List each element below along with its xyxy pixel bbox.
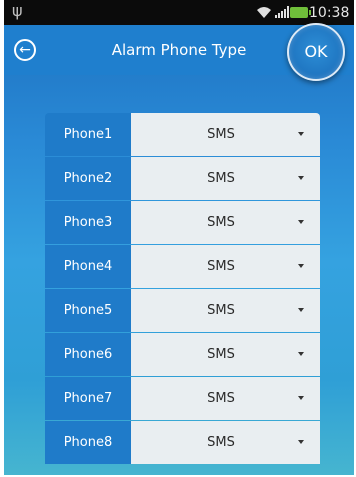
caret-down-icon — [298, 264, 304, 268]
phone-label: Phone8 — [45, 421, 131, 464]
caret-down-icon — [298, 132, 304, 136]
phone-type-dropdown[interactable]: SMS — [131, 421, 320, 464]
phone-screen: ψ 10:38 ← Alarm Phone Type OK Phone1 SMS P… — [4, 0, 354, 475]
phone-type-value: SMS — [207, 259, 235, 274]
phone-type-value: SMS — [207, 171, 235, 186]
phone-type-value: SMS — [207, 435, 235, 450]
caret-down-icon — [298, 440, 304, 444]
phone-type-value: SMS — [207, 347, 235, 362]
phone-row: Phone7 SMS — [45, 377, 320, 420]
phone-type-dropdown[interactable]: SMS — [131, 289, 320, 332]
caret-down-icon — [298, 396, 304, 400]
phone-row: Phone6 SMS — [45, 333, 320, 376]
phone-label: Phone4 — [45, 245, 131, 288]
phone-type-dropdown[interactable]: SMS — [131, 245, 320, 288]
phone-row: Phone1 SMS — [45, 113, 320, 156]
usb-icon: ψ — [12, 1, 23, 20]
wifi-icon — [257, 7, 271, 18]
signal-icon — [275, 6, 289, 18]
phone-type-list: Phone1 SMS Phone2 SMS Phone3 SMS Phone4 SMS Phon… — [45, 113, 320, 465]
phone-type-value: SMS — [207, 127, 235, 142]
phone-label: Phone6 — [45, 333, 131, 376]
phone-row: Phone4 SMS — [45, 245, 320, 288]
phone-type-dropdown[interactable]: SMS — [131, 157, 320, 200]
phone-type-dropdown[interactable]: SMS — [131, 377, 320, 420]
phone-label: Phone7 — [45, 377, 131, 420]
battery-icon — [290, 7, 311, 18]
ok-button[interactable]: OK — [287, 23, 345, 81]
caret-down-icon — [298, 176, 304, 180]
status-time: 10:38 — [309, 5, 350, 21]
app-header: ← Alarm Phone Type OK — [4, 23, 354, 81]
phone-type-dropdown[interactable]: SMS — [131, 201, 320, 244]
phone-row: Phone2 SMS — [45, 157, 320, 200]
phone-type-value: SMS — [207, 215, 235, 230]
phone-type-value: SMS — [207, 391, 235, 406]
phone-label: Phone1 — [45, 113, 131, 156]
phone-type-value: SMS — [207, 303, 235, 318]
caret-down-icon — [298, 308, 304, 312]
phone-row: Phone3 SMS — [45, 201, 320, 244]
status-bar: ψ 10:38 — [4, 0, 354, 25]
phone-label: Phone2 — [45, 157, 131, 200]
phone-label: Phone3 — [45, 201, 131, 244]
phone-row: Phone8 SMS — [45, 421, 320, 464]
caret-down-icon — [298, 352, 304, 356]
phone-label: Phone5 — [45, 289, 131, 332]
caret-down-icon — [298, 220, 304, 224]
phone-type-dropdown[interactable]: SMS — [131, 113, 320, 156]
phone-type-dropdown[interactable]: SMS — [131, 333, 320, 376]
phone-row: Phone5 SMS — [45, 289, 320, 332]
